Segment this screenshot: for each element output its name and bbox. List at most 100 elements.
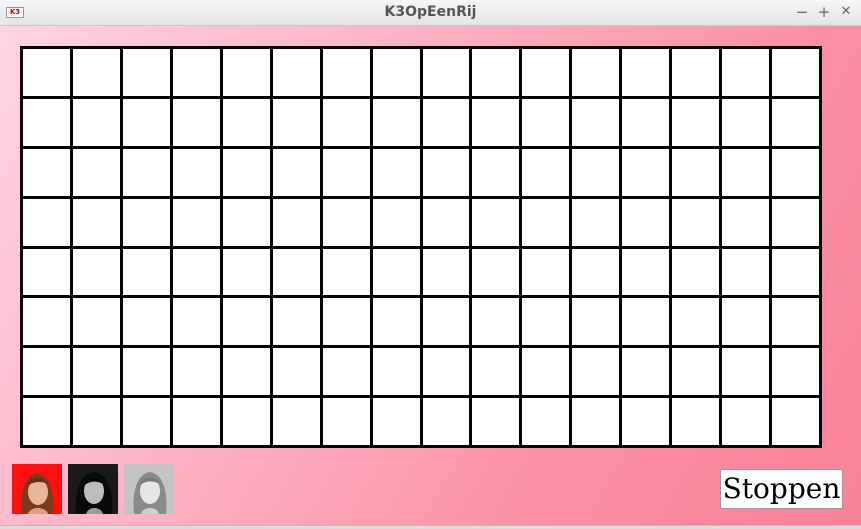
board-cell[interactable] <box>122 49 170 96</box>
board-cell[interactable] <box>322 348 370 396</box>
player-1-portrait[interactable] <box>12 464 62 514</box>
board-cell[interactable] <box>222 49 270 96</box>
player-2-portrait[interactable] <box>68 464 118 514</box>
board-cell[interactable] <box>122 298 170 346</box>
board-cell[interactable] <box>23 98 70 146</box>
board-cell[interactable] <box>772 298 819 346</box>
board-cell[interactable] <box>772 248 819 296</box>
board-cell[interactable] <box>772 198 819 246</box>
board-cell[interactable] <box>572 98 620 146</box>
board-cell[interactable] <box>522 398 570 445</box>
board-cell[interactable] <box>272 98 320 146</box>
board-cell[interactable] <box>372 148 420 196</box>
board-cell[interactable] <box>72 198 120 246</box>
board-cell[interactable] <box>572 248 620 296</box>
board-cell[interactable] <box>272 148 320 196</box>
maximize-icon[interactable]: + <box>817 3 831 21</box>
close-icon[interactable]: ✕ <box>839 3 853 21</box>
board-cell[interactable] <box>23 198 70 246</box>
board-cell[interactable] <box>472 398 520 445</box>
board-cell[interactable] <box>122 198 170 246</box>
board-cell[interactable] <box>222 398 270 445</box>
board-cell[interactable] <box>622 98 670 146</box>
board-cell[interactable] <box>522 49 570 96</box>
board-cell[interactable] <box>372 298 420 346</box>
board-cell[interactable] <box>172 398 220 445</box>
board-cell[interactable] <box>672 98 720 146</box>
board-cell[interactable] <box>272 248 320 296</box>
board-cell[interactable] <box>322 298 370 346</box>
board-cell[interactable] <box>23 298 70 346</box>
board-cell[interactable] <box>622 298 670 346</box>
board-cell[interactable] <box>272 398 320 445</box>
board-cell[interactable] <box>272 348 320 396</box>
board-cell[interactable] <box>122 398 170 445</box>
board-cell[interactable] <box>72 348 120 396</box>
board-cell[interactable] <box>622 248 670 296</box>
board-cell[interactable] <box>622 348 670 396</box>
board-cell[interactable] <box>322 198 370 246</box>
board-cell[interactable] <box>322 98 370 146</box>
board-cell[interactable] <box>122 98 170 146</box>
board-cell[interactable] <box>122 348 170 396</box>
board-cell[interactable] <box>672 298 720 346</box>
board-cell[interactable] <box>372 348 420 396</box>
board-cell[interactable] <box>72 398 120 445</box>
board-cell[interactable] <box>72 98 120 146</box>
board-cell[interactable] <box>222 198 270 246</box>
board-cell[interactable] <box>372 49 420 96</box>
board-cell[interactable] <box>522 98 570 146</box>
board-cell[interactable] <box>722 348 770 396</box>
board-cell[interactable] <box>472 348 520 396</box>
board-cell[interactable] <box>772 98 819 146</box>
board-cell[interactable] <box>322 248 370 296</box>
board-cell[interactable] <box>522 248 570 296</box>
board-cell[interactable] <box>572 198 620 246</box>
board-cell[interactable] <box>422 49 470 96</box>
board-cell[interactable] <box>722 98 770 146</box>
board-cell[interactable] <box>23 49 70 96</box>
board-cell[interactable] <box>472 198 520 246</box>
board-cell[interactable] <box>372 98 420 146</box>
board-cell[interactable] <box>622 148 670 196</box>
board-cell[interactable] <box>72 49 120 96</box>
board-cell[interactable] <box>672 398 720 445</box>
board-cell[interactable] <box>772 148 819 196</box>
board-cell[interactable] <box>23 398 70 445</box>
board-cell[interactable] <box>472 49 520 96</box>
board-cell[interactable] <box>172 98 220 146</box>
board-cell[interactable] <box>622 398 670 445</box>
board-cell[interactable] <box>522 148 570 196</box>
board-cell[interactable] <box>122 148 170 196</box>
board-cell[interactable] <box>172 298 220 346</box>
board-cell[interactable] <box>272 49 320 96</box>
board-cell[interactable] <box>472 148 520 196</box>
board-cell[interactable] <box>172 198 220 246</box>
board-cell[interactable] <box>372 248 420 296</box>
board-cell[interactable] <box>372 198 420 246</box>
board-cell[interactable] <box>672 148 720 196</box>
board-cell[interactable] <box>722 248 770 296</box>
board-cell[interactable] <box>372 398 420 445</box>
board-cell[interactable] <box>772 398 819 445</box>
board-cell[interactable] <box>772 348 819 396</box>
board-cell[interactable] <box>622 49 670 96</box>
board-cell[interactable] <box>422 98 470 146</box>
board-cell[interactable] <box>722 298 770 346</box>
board-cell[interactable] <box>672 49 720 96</box>
board-cell[interactable] <box>23 248 70 296</box>
board-cell[interactable] <box>422 248 470 296</box>
board-cell[interactable] <box>722 198 770 246</box>
board-cell[interactable] <box>322 398 370 445</box>
board-cell[interactable] <box>222 298 270 346</box>
board-cell[interactable] <box>422 198 470 246</box>
board-cell[interactable] <box>572 298 620 346</box>
board-cell[interactable] <box>772 49 819 96</box>
minimize-icon[interactable]: − <box>795 3 809 21</box>
board-cell[interactable] <box>322 148 370 196</box>
board-cell[interactable] <box>572 348 620 396</box>
board-cell[interactable] <box>522 298 570 346</box>
board-cell[interactable] <box>172 248 220 296</box>
board-cell[interactable] <box>622 198 670 246</box>
board-cell[interactable] <box>172 49 220 96</box>
